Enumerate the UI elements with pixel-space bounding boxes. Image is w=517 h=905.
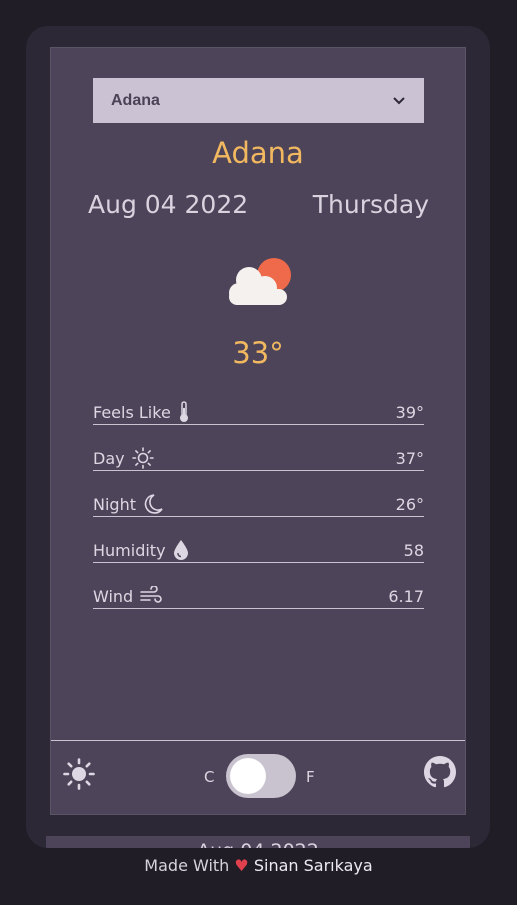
detail-value: 26° [395, 494, 424, 514]
detail-row-night: Night 26° [93, 492, 424, 517]
credit-line: Made With ♥ Sinan Sarıkaya [0, 856, 517, 875]
wind-icon [140, 586, 162, 603]
detail-row-feels-like: Feels Like 39° [93, 400, 424, 425]
detail-value: 6.17 [388, 586, 424, 606]
city-select-value: Adana [111, 91, 160, 109]
unit-toggle[interactable] [226, 754, 296, 798]
detail-label: Feels Like [93, 402, 171, 422]
weather-card: Adana Adana Aug 04 2022 Thursday 33° Fee… [50, 47, 466, 815]
detail-row-day: Day 37° [93, 446, 424, 471]
author-link[interactable]: Sinan Sarıkaya [254, 856, 373, 875]
detail-label: Night [93, 494, 136, 514]
phone-frame: Adana Adana Aug 04 2022 Thursday 33° Fee… [26, 26, 490, 848]
city-name: Adana [212, 136, 304, 170]
chevron-down-icon [393, 96, 405, 104]
thermometer-icon [179, 401, 188, 422]
weekday: Thursday [312, 190, 429, 219]
moon-icon [144, 494, 163, 514]
heart-icon: ♥ [234, 856, 249, 875]
date: Aug 04 2022 [88, 190, 249, 219]
detail-value: 58 [403, 540, 424, 560]
sun-icon[interactable] [63, 758, 95, 790]
detail-label: Wind [93, 586, 134, 606]
credit-prefix: Made With [144, 856, 230, 875]
unit-celsius-label: C [204, 768, 215, 786]
detail-row-humidity: Humidity 58 [93, 538, 424, 563]
footer-divider [51, 740, 465, 741]
detail-label: Day [93, 448, 125, 468]
github-icon[interactable] [424, 756, 456, 788]
unit-fahrenheit-label: F [306, 768, 315, 786]
toggle-knob [230, 758, 266, 794]
detail-row-wind: Wind 6.17 [93, 584, 424, 609]
current-temperature: 33° [232, 336, 284, 370]
detail-value: 39° [395, 402, 424, 422]
sun-icon [131, 447, 154, 469]
city-select[interactable]: Adana [93, 78, 424, 123]
detail-label: Humidity [93, 540, 166, 560]
next-card-date: Aug 04 2022 [46, 840, 470, 848]
next-weather-card: Aug 04 2022 [46, 836, 470, 848]
partly-cloudy-icon [229, 258, 291, 305]
droplet-icon [173, 540, 188, 560]
detail-value: 37° [395, 448, 424, 468]
